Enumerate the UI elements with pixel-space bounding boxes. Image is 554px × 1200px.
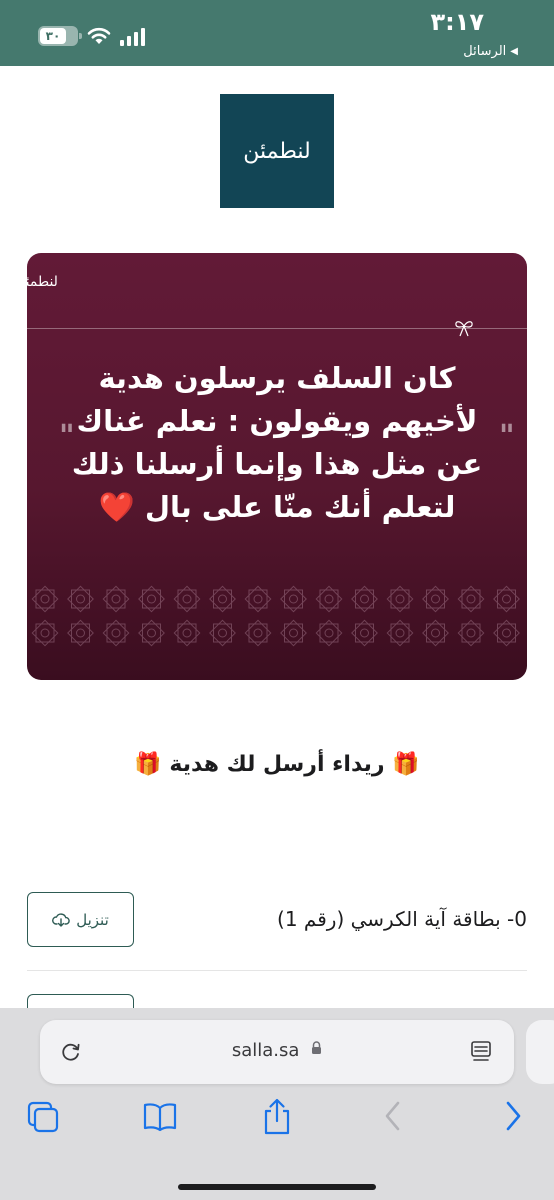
quote-mark-open: " [499, 419, 515, 454]
file-name: 0- بطاقة آية الكرسي (رقم 1) [277, 907, 527, 931]
download-label: تنزيل [76, 910, 109, 929]
cloud-download-icon [52, 912, 70, 927]
ribbon-bow-icon [455, 321, 473, 337]
gift-sender-message: 🎁 ريداء أرسل لك هدية 🎁 [134, 752, 420, 777]
wifi-icon [87, 27, 111, 44]
url-display: salla.sa [40, 1040, 514, 1061]
logo-text: لنطمئن [243, 138, 311, 164]
bookmarks-icon[interactable] [142, 1100, 178, 1134]
download-button[interactable]: تنزيل [27, 892, 134, 947]
back-triangle-icon: ◀ [510, 46, 518, 57]
lock-icon [312, 1041, 322, 1054]
home-indicator [178, 1184, 376, 1190]
share-icon[interactable] [260, 1098, 294, 1136]
tabs-icon[interactable] [26, 1100, 60, 1134]
cellular-signal-icon [120, 28, 145, 46]
quote-line: كان السلف يرسلون هدية [98, 361, 456, 395]
address-bar[interactable]: salla.sa [40, 1020, 514, 1084]
browser-toolbar: salla.sa [0, 1008, 554, 1200]
card-divider [27, 328, 527, 329]
reader-mode-icon[interactable] [470, 1040, 492, 1064]
battery-level: ٣٠ [40, 28, 66, 44]
back-to-messages-link[interactable]: ◀ الرسائل [463, 44, 518, 59]
card-quote: كان السلف يرسلون هدية لأخيهم ويقولون : ن… [63, 357, 491, 529]
decorative-pattern [31, 585, 520, 647]
status-time: ٣:١٧ [430, 8, 484, 36]
back-label: الرسائل [463, 44, 507, 59]
quote-line-last: لتعلم أنك منّا على بال ❤️ [98, 490, 456, 524]
heart-icon: ❤️ [98, 490, 135, 524]
quote-line: لأخيهم ويقولون : نعلم غناك [76, 404, 478, 438]
gift-card-image: لنطمئن " " كان السلف يرسلون هدية لأخيهم … [27, 253, 527, 680]
quote-line: عن مثل هذا وإنما أرسلنا ذلك [71, 447, 483, 481]
forward-arrow-icon[interactable] [502, 1100, 524, 1132]
file-list-item: 0- بطاقة آية الكرسي (رقم 1) تنزيل [27, 885, 527, 971]
store-logo: لنطمئن [220, 94, 334, 208]
status-bar: ٣:١٧ ◀ الرسائل ٣٠ [0, 0, 554, 66]
back-arrow-icon[interactable] [382, 1100, 404, 1132]
next-tab-peek[interactable] [526, 1020, 554, 1084]
card-brand: لنطمئن [27, 274, 58, 290]
url-text: salla.sa [231, 1040, 300, 1061]
battery-icon: ٣٠ [38, 26, 82, 46]
